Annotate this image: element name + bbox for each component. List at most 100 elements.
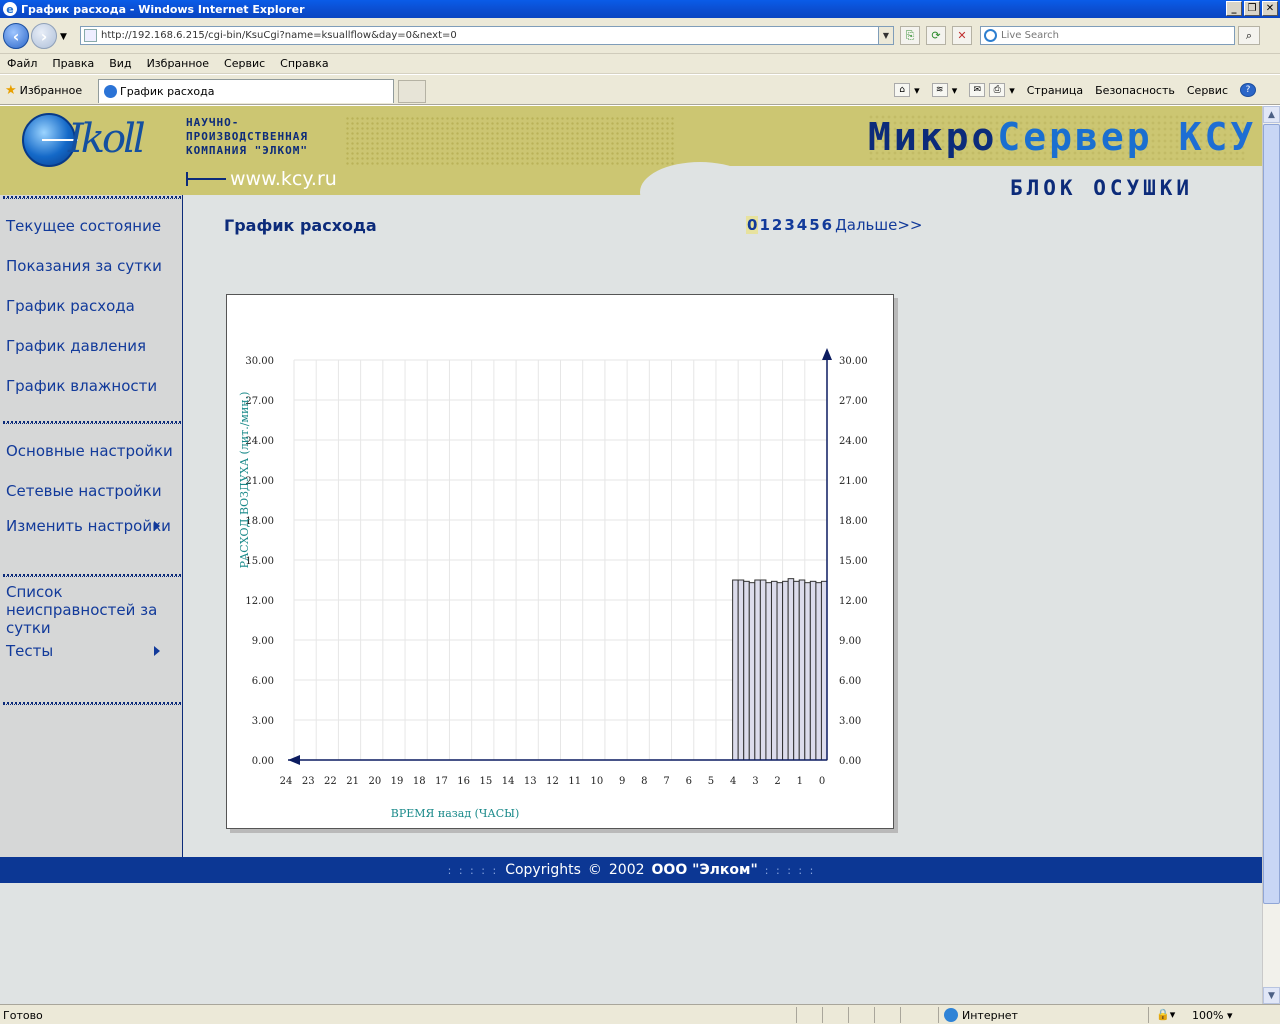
y-tick-label-left: 30.00 [245, 356, 274, 367]
y-tick-label-left: 9.00 [252, 636, 274, 647]
menu-tools[interactable]: Сервис [224, 57, 265, 70]
x-tick-label: 18 [413, 776, 426, 787]
sidebar-item-network-settings[interactable]: Сетевые настройки [6, 482, 162, 500]
page-content: Ikoll НАУЧНО- ПРОИЗВОДСТВЕННАЯ КОМПАНИЯ … [0, 106, 1263, 1004]
pager-next-link[interactable]: Дальше>> [835, 216, 922, 234]
scroll-thumb[interactable] [1263, 124, 1280, 904]
sidebar-divider [3, 574, 181, 577]
menu-bar: Файл Правка Вид Избранное Сервис Справка [0, 54, 1280, 74]
menu-favorites[interactable]: Избранное [147, 57, 209, 70]
safety-menu[interactable]: Безопасность [1095, 84, 1175, 97]
zoom-level[interactable]: 100% ▾ [1192, 1009, 1232, 1022]
bar [748, 582, 756, 761]
product-name: МикроСервер КСУ [868, 115, 1257, 159]
feeds-icon[interactable]: ≋ [931, 83, 948, 97]
y-tick-label-right: 3.00 [839, 716, 861, 727]
pager-day-1[interactable]: 1 [758, 216, 770, 234]
stop-icon[interactable]: ✕ [952, 26, 972, 45]
page-title: График расхода [224, 216, 377, 235]
company-name: НАУЧНО- ПРОИЗВОДСТВЕННАЯ КОМПАНИЯ "ЭЛКОМ… [186, 116, 308, 157]
vertical-scrollbar[interactable]: ▲ ▼ [1263, 106, 1280, 1004]
status-text: Готово [3, 1009, 43, 1022]
x-tick-label: 20 [368, 776, 381, 787]
x-tick-label: 23 [302, 776, 315, 787]
unit-name: БЛОК ОСУШКИ [1010, 176, 1194, 195]
y-axis-title: РАСХОД ВОЗДУХА (лит./мин.) [238, 392, 251, 569]
sidebar-item-daily-readings[interactable]: Показания за сутки [6, 257, 162, 275]
menu-view[interactable]: Вид [109, 57, 131, 70]
y-tick-label-right: 30.00 [839, 356, 868, 367]
y-tick-label-left: 0.00 [252, 756, 274, 767]
y-tick-label-right: 18.00 [839, 516, 868, 527]
flow-chart-svg: 0.00 0.00 3.00 3.00 6.00 6.00 9.00 9.00 12.00 12.… [238, 348, 868, 820]
tools-menu[interactable]: Сервис [1187, 84, 1228, 97]
x-tick-label: 7 [663, 776, 669, 787]
protected-mode-icon[interactable]: 🔒▾ [1156, 1008, 1175, 1021]
search-button[interactable]: ⌕ [1238, 26, 1260, 45]
menu-help[interactable]: Справка [280, 57, 328, 70]
search-input[interactable]: Live Search [980, 26, 1235, 45]
sidebar-item-current-state[interactable]: Текущее состояние [6, 217, 161, 235]
history-dropdown-icon[interactable]: ▼ [60, 32, 67, 42]
scroll-down-icon[interactable]: ▼ [1263, 987, 1280, 1004]
menu-file[interactable]: Файл [7, 57, 37, 70]
bar [798, 579, 806, 761]
pager-day-3[interactable]: 3 [783, 216, 795, 234]
sidebar-item-humidity-chart[interactable]: График влажности [6, 377, 157, 395]
live-search-logo-icon [984, 29, 997, 42]
pager-day-2[interactable]: 2 [771, 216, 783, 234]
pager-day-5[interactable]: 5 [808, 216, 820, 234]
maximize-button[interactable]: ❐ [1244, 1, 1260, 16]
pager-day-6[interactable]: 6 [821, 216, 833, 234]
menu-edit[interactable]: Правка [52, 57, 94, 70]
sidebar-item-change-settings[interactable]: Изменить настройки [6, 517, 171, 535]
favorites-star-icon: ★ [5, 83, 17, 98]
window-title: График расхода - Windows Internet Explor… [21, 2, 305, 16]
forward-button[interactable]: › [31, 23, 57, 49]
y-tick-label-right: 15.00 [839, 556, 868, 567]
bar [793, 580, 800, 761]
tab-current[interactable]: График расхода [98, 79, 394, 103]
scroll-up-icon[interactable]: ▲ [1263, 106, 1280, 123]
y-tick-label-right: 9.00 [839, 636, 861, 647]
x-tick-label: 3 [752, 776, 758, 787]
print-icon[interactable]: ⎙ [989, 83, 1006, 97]
site-link[interactable]: www.kcy.ru [186, 168, 337, 190]
bar [787, 578, 795, 761]
address-dropdown-icon[interactable]: ▼ [878, 27, 893, 44]
sidebar-item-flow-chart[interactable]: График расхода [6, 297, 135, 315]
favorites-label: Избранное [19, 84, 83, 97]
x-tick-label: 10 [591, 776, 604, 787]
banner: Ikoll НАУЧНО- ПРОИЗВОДСТВЕННАЯ КОМПАНИЯ … [0, 106, 1262, 195]
x-tick-label: 8 [641, 776, 647, 787]
footer: : : : : : Copyrights © 2002 ООО "Элком" … [0, 857, 1262, 883]
pager-day-4[interactable]: 4 [796, 216, 808, 234]
home-icon[interactable]: ⌂ [894, 83, 911, 97]
address-field[interactable]: http://192.168.6.215/cgi-bin/KsuCgi?name… [80, 26, 894, 45]
bar [732, 579, 739, 761]
x-tick-label: 1 [797, 776, 803, 787]
y-tick-label-right: 24.00 [839, 436, 868, 447]
minimize-button[interactable]: _ [1226, 1, 1242, 16]
back-button[interactable]: ‹ [3, 23, 29, 49]
sidebar: Текущее состояние Показания за сутки Гра… [0, 195, 183, 857]
page-menu[interactable]: Страница [1027, 84, 1083, 97]
help-icon[interactable]: ? [1240, 83, 1256, 97]
refresh-icon[interactable]: ⟳ [926, 26, 946, 45]
new-tab-button[interactable] [398, 80, 426, 103]
sidebar-item-faults-list[interactable]: Список неисправностей за сутки [6, 583, 178, 637]
bar [809, 580, 817, 761]
close-button[interactable]: ✕ [1262, 1, 1278, 16]
flow-chart: 0.00 0.00 3.00 3.00 6.00 6.00 9.00 9.00 12.00 12.… [226, 294, 894, 829]
pager-day-0[interactable]: 0 [746, 216, 759, 234]
compatibility-icon[interactable]: ⎘ [900, 26, 920, 45]
sidebar-item-pressure-chart[interactable]: График давления [6, 337, 146, 355]
status-bar: Готово Интернет 🔒▾ 100% ▾ [0, 1004, 1280, 1024]
favorites-button[interactable]: ★ Избранное [5, 83, 82, 98]
sidebar-item-main-settings[interactable]: Основные настройки [6, 442, 173, 460]
y-tick-label-right: 12.00 [839, 596, 868, 607]
mail-icon[interactable]: ✉ [969, 83, 986, 97]
bar [737, 579, 745, 761]
sidebar-item-tests[interactable]: Тесты [6, 642, 53, 660]
bar [804, 582, 811, 761]
